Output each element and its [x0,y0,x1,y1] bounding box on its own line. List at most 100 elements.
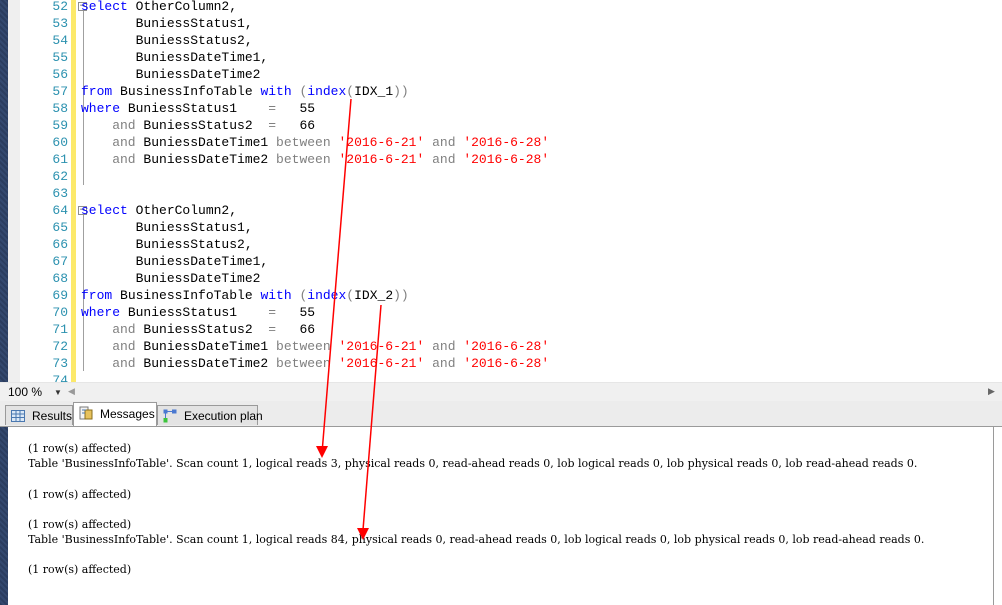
code-line[interactable]: BuniessDateTime1, [81,253,269,270]
code-line[interactable]: select OtherColumn2, [81,0,237,15]
code-token: and [424,356,464,371]
code-token: '2016-6-28' [463,339,550,354]
code-token: where [81,101,121,116]
code-token: BuniessDateTime1, [81,254,269,269]
code-token: '2016-6-21' [338,135,425,150]
messages-icon [79,406,93,420]
code-token: BuniessDateTime1 [135,339,277,354]
code-line[interactable]: where BuniessStatus1 = 55 [81,100,315,117]
code-token: BuniessStatus1 [120,101,269,116]
code-token: )) [393,288,409,303]
code-token: and [424,152,464,167]
code-line[interactable]: and BuniessStatus2 = 66 [81,117,315,134]
code-token: '2016-6-21' [338,356,425,371]
code-token: BuniessDateTime2 [81,271,261,286]
editor-status-bar: 100 % ▼ ◀ ▶ [0,382,1002,402]
line-number: 62 [52,169,68,184]
code-token: 66 [276,322,316,337]
code-token: and [81,356,136,371]
code-token: and [424,339,464,354]
code-token: BuniessStatus1, [81,220,253,235]
line-number: 56 [52,67,68,82]
code-line[interactable]: and BuniessStatus2 = 66 [81,321,315,338]
code-token: '2016-6-28' [463,152,550,167]
tab-results[interactable]: Results [5,405,73,425]
code-token: BuniessStatus2 [135,118,269,133]
code-line[interactable]: and BuniessDateTime1 between '2016-6-21'… [81,134,549,151]
code-line[interactable]: from BusinessInfoTable with (index(IDX_2… [81,287,409,304]
code-token: ( [346,288,355,303]
code-token: with [260,288,292,303]
grid-icon [11,410,25,422]
code-token: IDX_1 [354,84,394,99]
code-token: select [81,203,128,218]
rows-affected-message: (1 row(s) affected) [28,563,132,576]
line-number: 65 [52,220,68,235]
line-number: 63 [52,186,68,201]
code-token: BuniessDateTime2 [135,356,277,371]
code-token: BuniessStatus1, [81,16,253,31]
scroll-left-icon[interactable]: ◀ [68,386,75,397]
code-line[interactable]: BuniessDateTime1, [81,49,269,66]
code-token: and [81,135,136,150]
code-token: between [276,135,331,150]
line-number: 60 [52,135,68,150]
code-token: and [81,118,136,133]
code-token: ( [346,84,355,99]
rows-affected-message: (1 row(s) affected) [28,518,132,531]
line-number: 72 [52,339,68,354]
code-line[interactable]: and BuniessDateTime1 between '2016-6-21'… [81,338,549,355]
change-tracking-bar [71,0,76,382]
code-line[interactable]: from BusinessInfoTable with (index(IDX_1… [81,83,409,100]
scroll-right-icon[interactable]: ▶ [988,386,995,397]
line-number: 58 [52,101,68,116]
code-token: BuniessStatus2 [135,322,269,337]
code-token: BuniessStatus2, [81,33,253,48]
code-token: 66 [276,118,316,133]
code-line[interactable]: BuniessStatus2, [81,32,253,49]
line-number: 54 [52,33,68,48]
messages-pane[interactable]: (1 row(s) affected) Table 'BusinessInfoTa… [8,427,993,605]
code-token: BuniessStatus1 [120,305,269,320]
line-number: 53 [52,16,68,31]
code-token: )) [393,84,409,99]
code-line[interactable]: BuniessStatus1, [81,219,253,236]
code-token: '2016-6-21' [338,152,425,167]
code-line[interactable]: BuniessDateTime2 [81,66,261,83]
line-number: 59 [52,118,68,133]
code-line[interactable]: select OtherColumn2, [81,202,237,219]
code-token: OtherColumn2, [127,0,238,14]
line-number: 74 [52,373,68,382]
line-number: 52 [52,0,68,14]
code-token: between [276,152,331,167]
code-token: from [81,288,113,303]
line-number: 61 [52,152,68,167]
code-token: '2016-6-28' [463,135,550,150]
code-token: IDX_2 [354,288,394,303]
line-number: 67 [52,254,68,269]
code-line[interactable]: BuniessDateTime2 [81,270,261,287]
code-token: index [307,288,347,303]
code-line[interactable]: and BuniessDateTime2 between '2016-6-21'… [81,151,549,168]
code-token: '2016-6-28' [463,356,550,371]
code-line[interactable]: and BuniessDateTime2 between '2016-6-21'… [81,355,549,372]
line-number: 69 [52,288,68,303]
code-token: 55 [276,305,316,320]
query-editor[interactable]: 52− select OtherColumn2, 53 BuniessStatus1… [8,0,1002,382]
code-line[interactable]: BuniessStatus1, [81,15,253,32]
code-token: 55 [276,101,316,116]
code-token: from [81,84,113,99]
code-token: BuniessDateTime2 [81,67,261,82]
zoom-dropdown[interactable]: 100 % ▼ [8,385,64,400]
messages-vertical-scrollbar[interactable] [993,427,1002,605]
chevron-down-icon: ▼ [54,388,62,397]
code-token: ( [291,288,308,303]
code-line[interactable]: BuniessStatus2, [81,236,253,253]
tab-label: Messages [100,407,155,421]
tab-label: Execution plan [184,409,263,423]
line-number: 57 [52,84,68,99]
code-token: BuniessDateTime1, [81,50,269,65]
tab-messages[interactable]: Messages [73,402,157,426]
code-line[interactable]: where BuniessStatus1 = 55 [81,304,315,321]
tab-execution-plan[interactable]: Execution plan [157,405,263,425]
